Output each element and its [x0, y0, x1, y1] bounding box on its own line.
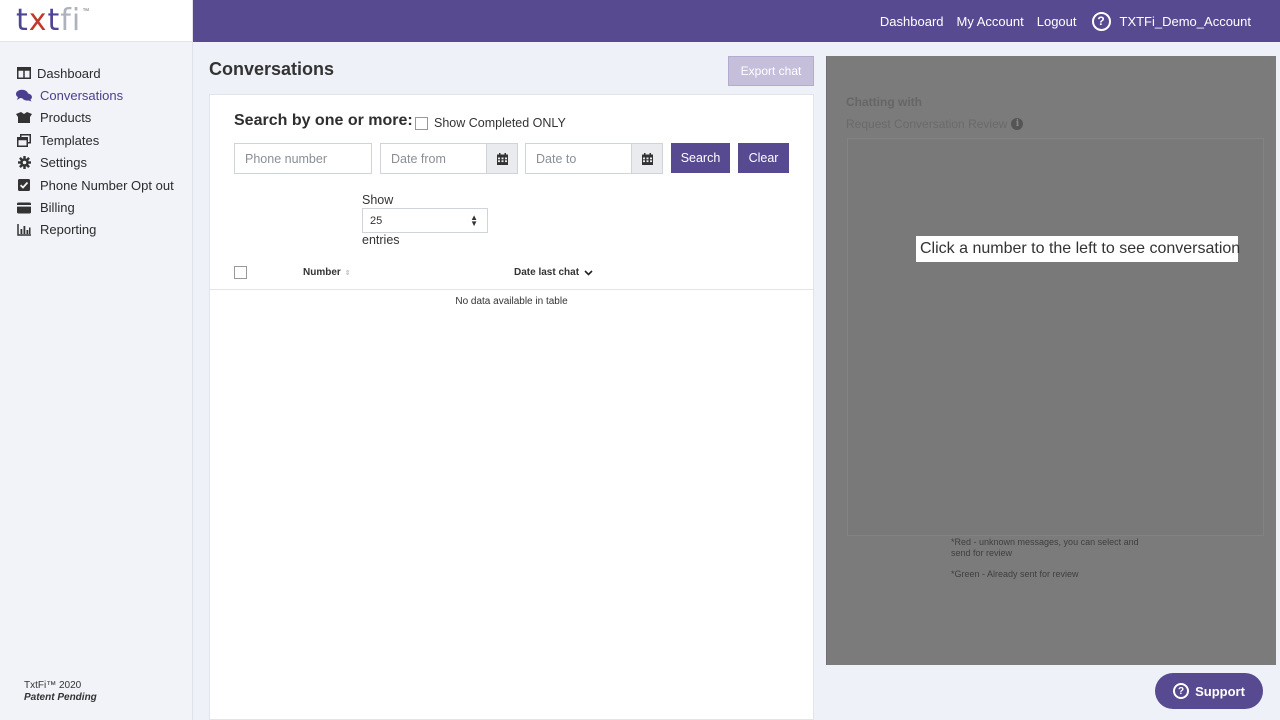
empty-table-message: No data available in table — [455, 296, 568, 307]
conversations-card: Search by one or more: Show Completed ON… — [209, 94, 814, 720]
chevron-down-icon — [584, 269, 593, 276]
wallet-icon — [16, 201, 32, 215]
request-review-link[interactable]: Request Conversation Review i — [846, 117, 1024, 131]
top-link-my-account[interactable]: My Account — [957, 14, 1024, 29]
column-number-label: Number — [303, 267, 341, 278]
conversation-area — [847, 138, 1264, 536]
sidebar-item-conversations[interactable]: Conversations — [0, 84, 192, 106]
entries-label: entries — [362, 233, 400, 247]
calendar-icon[interactable] — [486, 143, 518, 174]
show-completed-toggle[interactable]: Show Completed ONLY — [415, 116, 566, 130]
logo-letter: t — [47, 2, 61, 38]
search-button[interactable]: Search — [671, 143, 730, 173]
show-completed-checkbox[interactable] — [415, 116, 428, 130]
sort-icon: ⇕ — [344, 270, 351, 277]
account-name[interactable]: TXTFi_Demo_Account — [1120, 14, 1252, 29]
top-bar: Dashboard My Account Logout ? TXTFi_Demo… — [193, 0, 1280, 42]
select-arrows-icon: ▲ ▼ — [470, 213, 478, 228]
page-title: Conversations — [209, 59, 335, 79]
boxes-icon — [16, 111, 32, 125]
top-nav: Dashboard My Account Logout ? TXTFi_Demo… — [880, 0, 1251, 42]
window-restore-icon — [16, 133, 32, 147]
logo-letter: t — [16, 2, 29, 38]
sidebar-item-label: Dashboard — [37, 65, 101, 81]
sidebar-footer: TxtFi™ 2020 Patent Pending — [24, 680, 97, 704]
gear-icon — [16, 156, 32, 170]
sidebar: txtfi ™ Dashboard Conversations Products — [0, 0, 193, 720]
sidebar-item-label: Products — [40, 110, 92, 126]
copyright-text: TxtFi™ 2020 — [24, 680, 82, 691]
help-icon[interactable]: ? — [1091, 11, 1111, 31]
comments-icon — [16, 89, 32, 103]
sidebar-item-label: Billing — [40, 200, 75, 216]
entries-select[interactable]: 25 ▲ ▼ — [362, 208, 488, 233]
sidebar-item-label: Reporting — [40, 222, 97, 238]
sidebar-item-reporting[interactable]: Reporting — [0, 219, 192, 241]
chat-panel: Chatting with Request Conversation Revie… — [826, 56, 1276, 665]
select-number-hint: Click a number to the left to see conver… — [916, 236, 1240, 262]
sidebar-item-label: Phone Number Opt out — [40, 177, 174, 193]
date-to-input[interactable] — [525, 143, 632, 174]
logo-letter: x — [28, 2, 48, 38]
patent-text: Patent Pending — [24, 692, 97, 703]
entries-select-value: 25 — [370, 214, 383, 227]
phone-number-input[interactable] — [234, 143, 372, 174]
question-circle-icon: ? — [1173, 683, 1190, 699]
column-date-label: Date last chat — [514, 267, 580, 278]
search-heading: Search by one or more: — [234, 112, 413, 129]
sidebar-item-products[interactable]: Products — [0, 107, 192, 129]
column-number[interactable]: Number ⇕ — [303, 267, 351, 278]
check-square-icon — [16, 178, 32, 192]
note-red: *Red - unknown messages, you can select … — [951, 537, 1139, 558]
select-all-checkbox[interactable] — [234, 266, 247, 279]
note-green: *Green - Already sent for review — [951, 569, 1079, 579]
sidebar-item-label: Templates — [40, 132, 100, 148]
show-completed-label: Show Completed ONLY — [434, 116, 566, 130]
request-review-label: Request Conversation Review — [846, 117, 1008, 131]
trademark-mark: ™ — [82, 8, 90, 15]
column-date-last-chat[interactable]: Date last chat — [514, 267, 593, 278]
sidebar-item-templates[interactable]: Templates — [0, 129, 192, 151]
sidebar-item-label: Conversations — [40, 88, 124, 104]
sidebar-item-phone-opt-out[interactable]: Phone Number Opt out — [0, 174, 192, 196]
clear-button[interactable]: Clear — [738, 143, 789, 173]
top-link-dashboard[interactable]: Dashboard — [880, 14, 944, 29]
bar-chart-icon — [16, 223, 32, 237]
sidebar-nav: Dashboard Conversations Products Templat… — [0, 62, 192, 241]
date-from-input[interactable] — [380, 143, 487, 174]
support-button[interactable]: ? Support — [1155, 673, 1263, 709]
calendar-icon[interactable] — [631, 143, 663, 174]
txtfi-logo[interactable]: txtfi ™ — [0, 0, 192, 42]
chatting-with-label: Chatting with — [846, 95, 922, 109]
table-header: Number ⇕ Date last chat — [210, 259, 813, 290]
info-icon[interactable]: i — [1011, 118, 1024, 130]
show-label: Show — [362, 193, 394, 207]
table-columns-icon — [16, 66, 32, 80]
sidebar-item-dashboard[interactable]: Dashboard — [0, 62, 192, 84]
sidebar-item-billing[interactable]: Billing — [0, 196, 192, 218]
top-link-logout[interactable]: Logout — [1037, 14, 1077, 29]
support-label: Support — [1195, 683, 1245, 699]
sidebar-item-settings[interactable]: Settings — [0, 152, 192, 174]
sidebar-item-label: Settings — [40, 155, 87, 171]
export-chat-button[interactable]: Export chat — [728, 56, 814, 86]
logo-letter: fi — [60, 2, 82, 38]
